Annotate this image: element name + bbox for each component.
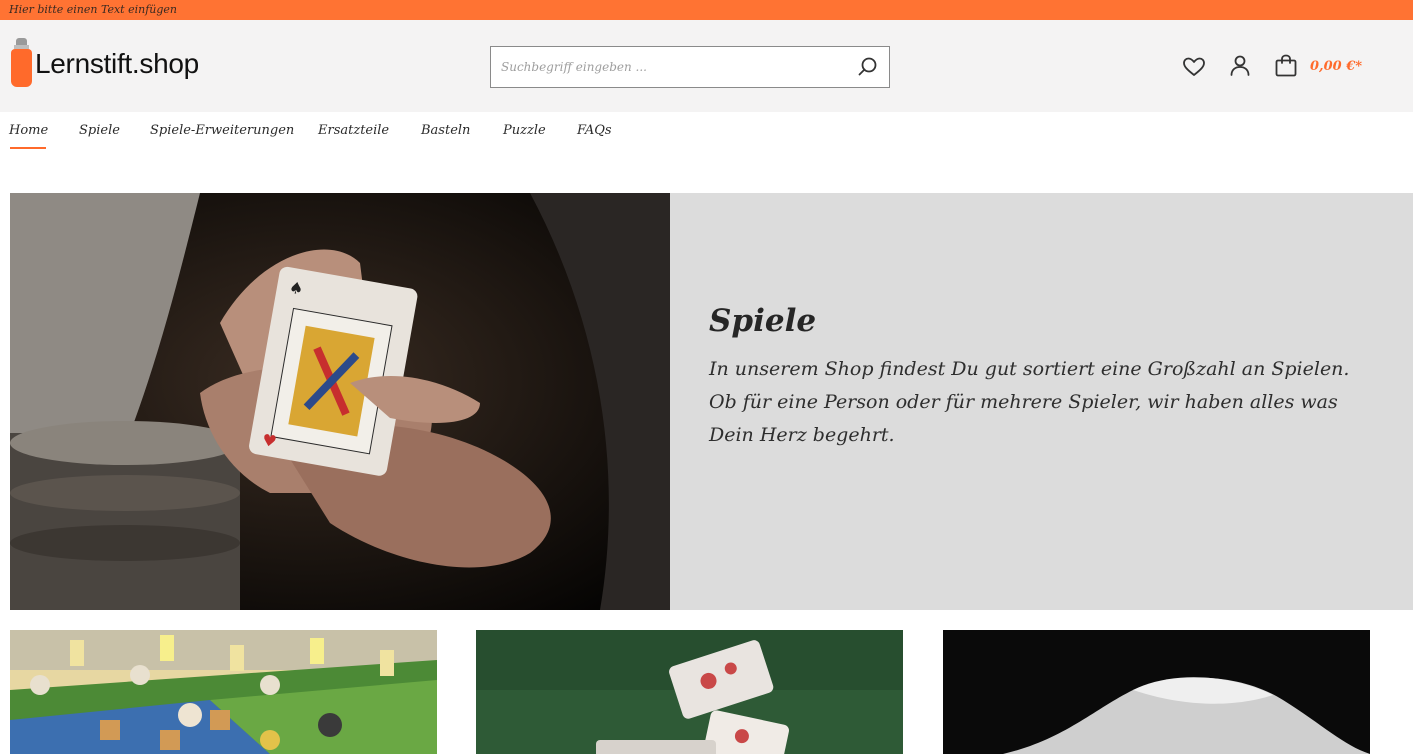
hero-title: Spiele <box>709 303 817 339</box>
search-icon <box>858 57 877 76</box>
header: Lernstift.shop 0,00 €* <box>0 20 1413 112</box>
active-nav-indicator <box>10 147 46 149</box>
account-button[interactable] <box>1227 53 1253 79</box>
hero-description: In unserem Shop findest Du gut sortiert … <box>709 358 1350 446</box>
nav-item-spiele-erweiterungen[interactable]: Spiele-Erweiterungen <box>150 123 294 138</box>
board-game-image <box>10 630 437 754</box>
cart-price[interactable]: 0,00 €* <box>1310 59 1362 74</box>
hero-banner: ♠ ♥ Spiele In unserem Shop findest Du gu… <box>10 193 1413 610</box>
category-tile-dice-bag[interactable] <box>943 630 1370 754</box>
dice-bag-image <box>943 630 1370 754</box>
pen-logo-icon <box>11 38 32 90</box>
nav-item-spiele[interactable]: Spiele <box>79 123 120 138</box>
nav-item-ersatzteile[interactable]: Ersatzteile <box>318 123 389 138</box>
cart-button[interactable] <box>1273 53 1299 79</box>
nav-item-home[interactable]: Home <box>9 123 48 138</box>
hero-image-playing-cards[interactable]: ♠ ♥ <box>10 193 670 610</box>
cart-bag-icon <box>1275 54 1297 77</box>
nav-item-faqs[interactable]: FAQs <box>577 123 612 138</box>
wishlist-button[interactable] <box>1181 54 1207 80</box>
top-announcement-text: Hier bitte einen Text einfügen <box>9 3 178 16</box>
category-tile-cards-on-grass[interactable] <box>476 630 903 754</box>
main-navigation: Home Spiele Spiele-Erweiterungen Ersatzt… <box>0 112 1413 160</box>
cards-on-grass-image <box>476 630 903 754</box>
logo-link[interactable]: Lernstift.shop <box>11 38 199 90</box>
search-button[interactable] <box>857 56 879 78</box>
search-box <box>490 46 890 88</box>
nav-item-basteln[interactable]: Basteln <box>421 123 470 138</box>
logo-text: Lernstift.shop <box>35 48 199 79</box>
top-announcement-bar: Hier bitte einen Text einfügen <box>0 0 1413 20</box>
category-tile-board-game[interactable] <box>10 630 437 754</box>
hero-text-panel: Spiele In unserem Shop findest Du gut so… <box>670 193 1413 610</box>
nav-item-puzzle[interactable]: Puzzle <box>503 123 546 138</box>
wishlist-heart-icon <box>1183 57 1205 76</box>
account-user-icon <box>1230 55 1250 76</box>
search-input[interactable] <box>501 57 841 77</box>
